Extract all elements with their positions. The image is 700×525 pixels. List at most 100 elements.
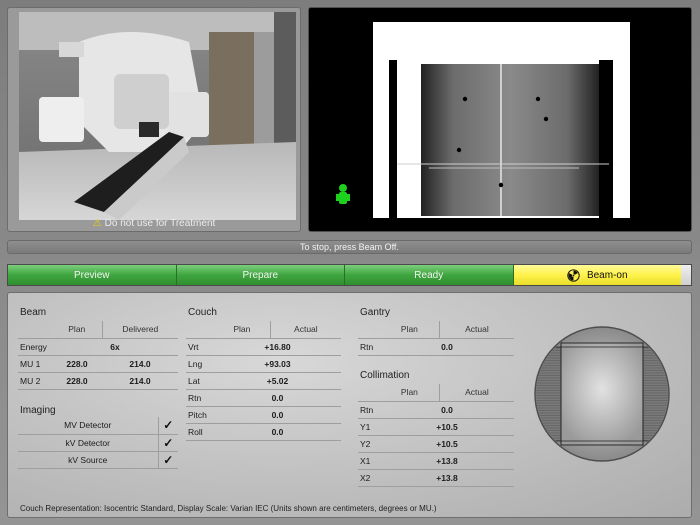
beam-energy-row: Energy 6x xyxy=(18,338,178,356)
imaging-row-label: MV Detector xyxy=(18,417,158,435)
collimation-row: Y1 +10.5 xyxy=(358,418,514,436)
beam-mu2-delivered: 214.0 xyxy=(102,372,178,390)
couch-header-row: Plan Actual xyxy=(186,321,341,339)
gantry-col-actual: Actual xyxy=(438,321,514,339)
collimation-row-value: +10.5 xyxy=(380,418,514,436)
imaging-checkbox[interactable]: ✓ xyxy=(157,451,178,469)
collimation-header-row: Plan Actual xyxy=(358,384,514,402)
couch-col-actual: Actual xyxy=(269,321,341,339)
collimation-row-value: 0.0 xyxy=(380,401,514,419)
gantry-row-label: Rtn xyxy=(358,338,380,356)
gantry-header-row: Plan Actual xyxy=(358,321,514,339)
couch-row-label: Vrt xyxy=(186,338,214,356)
checkmark-icon: ✓ xyxy=(163,435,174,450)
collimation-table: Plan Actual Rtn 0.0 Y1 +10.5 Y2 +10.5 X1… xyxy=(358,384,514,487)
beam-energy-value: 6x xyxy=(52,338,178,356)
beam-mu2-plan: 228.0 xyxy=(52,372,103,390)
workflow-step-label: Prepare xyxy=(242,269,279,281)
collimation-col-plan: Plan xyxy=(380,384,440,402)
collimation-row-label: Y2 xyxy=(358,435,380,453)
couch-row: Rtn 0.0 xyxy=(186,389,341,407)
gantry-table: Plan Actual Rtn 0.0 xyxy=(358,321,514,356)
gantry-row-value: 0.0 xyxy=(380,338,514,356)
workflow-step-beam-on[interactable]: Beam-on xyxy=(513,265,681,285)
couch-col-plan: Plan xyxy=(214,321,271,339)
status-message-bar: To stop, press Beam Off. xyxy=(7,240,692,254)
couch-row-label: Roll xyxy=(186,423,214,441)
couch-row: Lng +93.03 xyxy=(186,355,341,373)
beam-col-plan: Plan xyxy=(52,321,103,339)
workflow-bar-end xyxy=(681,265,691,285)
collimation-row: X1 +13.8 xyxy=(358,452,514,470)
collimation-row: X2 +13.8 xyxy=(358,469,514,487)
collimation-row-value: +13.8 xyxy=(380,452,514,470)
footer-note: Couch Representation: Isocentric Standar… xyxy=(20,504,437,513)
couch-section-title: Couch xyxy=(188,307,217,318)
workflow-step-ready[interactable]: Ready xyxy=(345,265,514,285)
workflow-step-label: Beam-on xyxy=(586,269,628,281)
beams-eye-view xyxy=(533,325,671,463)
imaging-row: kV Detector ✓ xyxy=(18,434,178,452)
workflow-step-preview[interactable]: Preview xyxy=(8,265,177,285)
imaging-checkbox[interactable]: ✓ xyxy=(157,417,178,435)
beam-mu1-plan: 228.0 xyxy=(52,355,103,373)
collimation-row: Y2 +10.5 xyxy=(358,435,514,453)
collimation-row: Rtn 0.0 xyxy=(358,401,514,419)
checkmark-icon: ✓ xyxy=(163,452,174,467)
couch-row: Vrt +16.80 xyxy=(186,338,341,356)
workflow-step-prepare[interactable]: Prepare xyxy=(176,265,345,285)
camera-warning: ⚠ Do not use for Treatment xyxy=(8,218,300,229)
couch-row-value: 0.0 xyxy=(214,423,341,441)
couch-row: Lat +5.02 xyxy=(186,372,341,390)
treatment-room-photo xyxy=(19,12,296,220)
couch-row: Roll 0.0 xyxy=(186,423,341,441)
gantry-col-plan: Plan xyxy=(380,321,440,339)
couch-row-label: Lat xyxy=(186,372,214,390)
beam-col-delivered: Delivered xyxy=(101,321,178,339)
collimator-field-graphic xyxy=(534,326,670,462)
imaging-row: kV Source ✓ xyxy=(18,451,178,469)
couch-row-value: +16.80 xyxy=(214,338,341,356)
beam-mu2-row: MU 2 228.0 214.0 xyxy=(18,372,178,390)
beam-header-row: Plan Delivered xyxy=(18,321,178,339)
gantry-row: Rtn 0.0 xyxy=(358,338,514,356)
couch-row-label: Pitch xyxy=(186,406,214,424)
beam-mu1-delivered: 214.0 xyxy=(102,355,178,373)
collimation-row-label: Y1 xyxy=(358,418,380,436)
collimation-section-title: Collimation xyxy=(360,370,410,381)
mv-portal-image xyxy=(309,8,691,231)
collimation-row-value: +13.8 xyxy=(380,469,514,487)
beam-table: Plan Delivered Energy 6x MU 1 228.0 214.… xyxy=(18,321,178,390)
checkmark-icon: ✓ xyxy=(163,418,174,433)
gantry-section-title: Gantry xyxy=(360,307,391,318)
beam-row-label: MU 1 xyxy=(18,355,52,373)
beam-energy-label: Energy xyxy=(18,338,52,356)
beam-section-title: Beam xyxy=(20,307,47,318)
workflow-step-label: Ready xyxy=(414,269,444,281)
beam-mu1-row: MU 1 228.0 214.0 xyxy=(18,355,178,373)
couch-row-value: 0.0 xyxy=(214,406,341,424)
warning-triangle-icon: ⚠ xyxy=(92,218,102,229)
collimation-row-label: Rtn xyxy=(358,401,380,419)
collimation-row-value: +10.5 xyxy=(380,435,514,453)
radiation-icon xyxy=(567,268,580,282)
couch-row-label: Rtn xyxy=(186,389,214,407)
collimation-col-actual: Actual xyxy=(438,384,514,402)
couch-row-value: +5.02 xyxy=(214,372,341,390)
workflow-step-label: Preview xyxy=(73,269,110,281)
imaging-table: MV Detector ✓ kV Detector ✓ kV Source ✓ xyxy=(18,417,178,469)
couch-row: Pitch 0.0 xyxy=(186,406,341,424)
couch-row-label: Lng xyxy=(186,355,214,373)
collimation-row-label: X2 xyxy=(358,469,380,487)
mv-image-panel xyxy=(308,7,692,232)
couch-row-value: 0.0 xyxy=(214,389,341,407)
imaging-checkbox[interactable]: ✓ xyxy=(157,434,178,452)
imaging-row: MV Detector ✓ xyxy=(18,417,178,435)
treatment-parameters-panel: Beam Plan Delivered Energy 6x MU 1 228.0… xyxy=(7,292,692,518)
room-camera-image xyxy=(19,12,296,220)
collimation-row-label: X1 xyxy=(358,452,380,470)
imaging-row-label: kV Detector xyxy=(18,434,158,452)
room-camera-panel: ⚠ Do not use for Treatment xyxy=(7,7,301,232)
imaging-row-label: kV Source xyxy=(18,451,158,469)
couch-table: Plan Actual Vrt +16.80 Lng +93.03 Lat +5… xyxy=(186,321,341,441)
